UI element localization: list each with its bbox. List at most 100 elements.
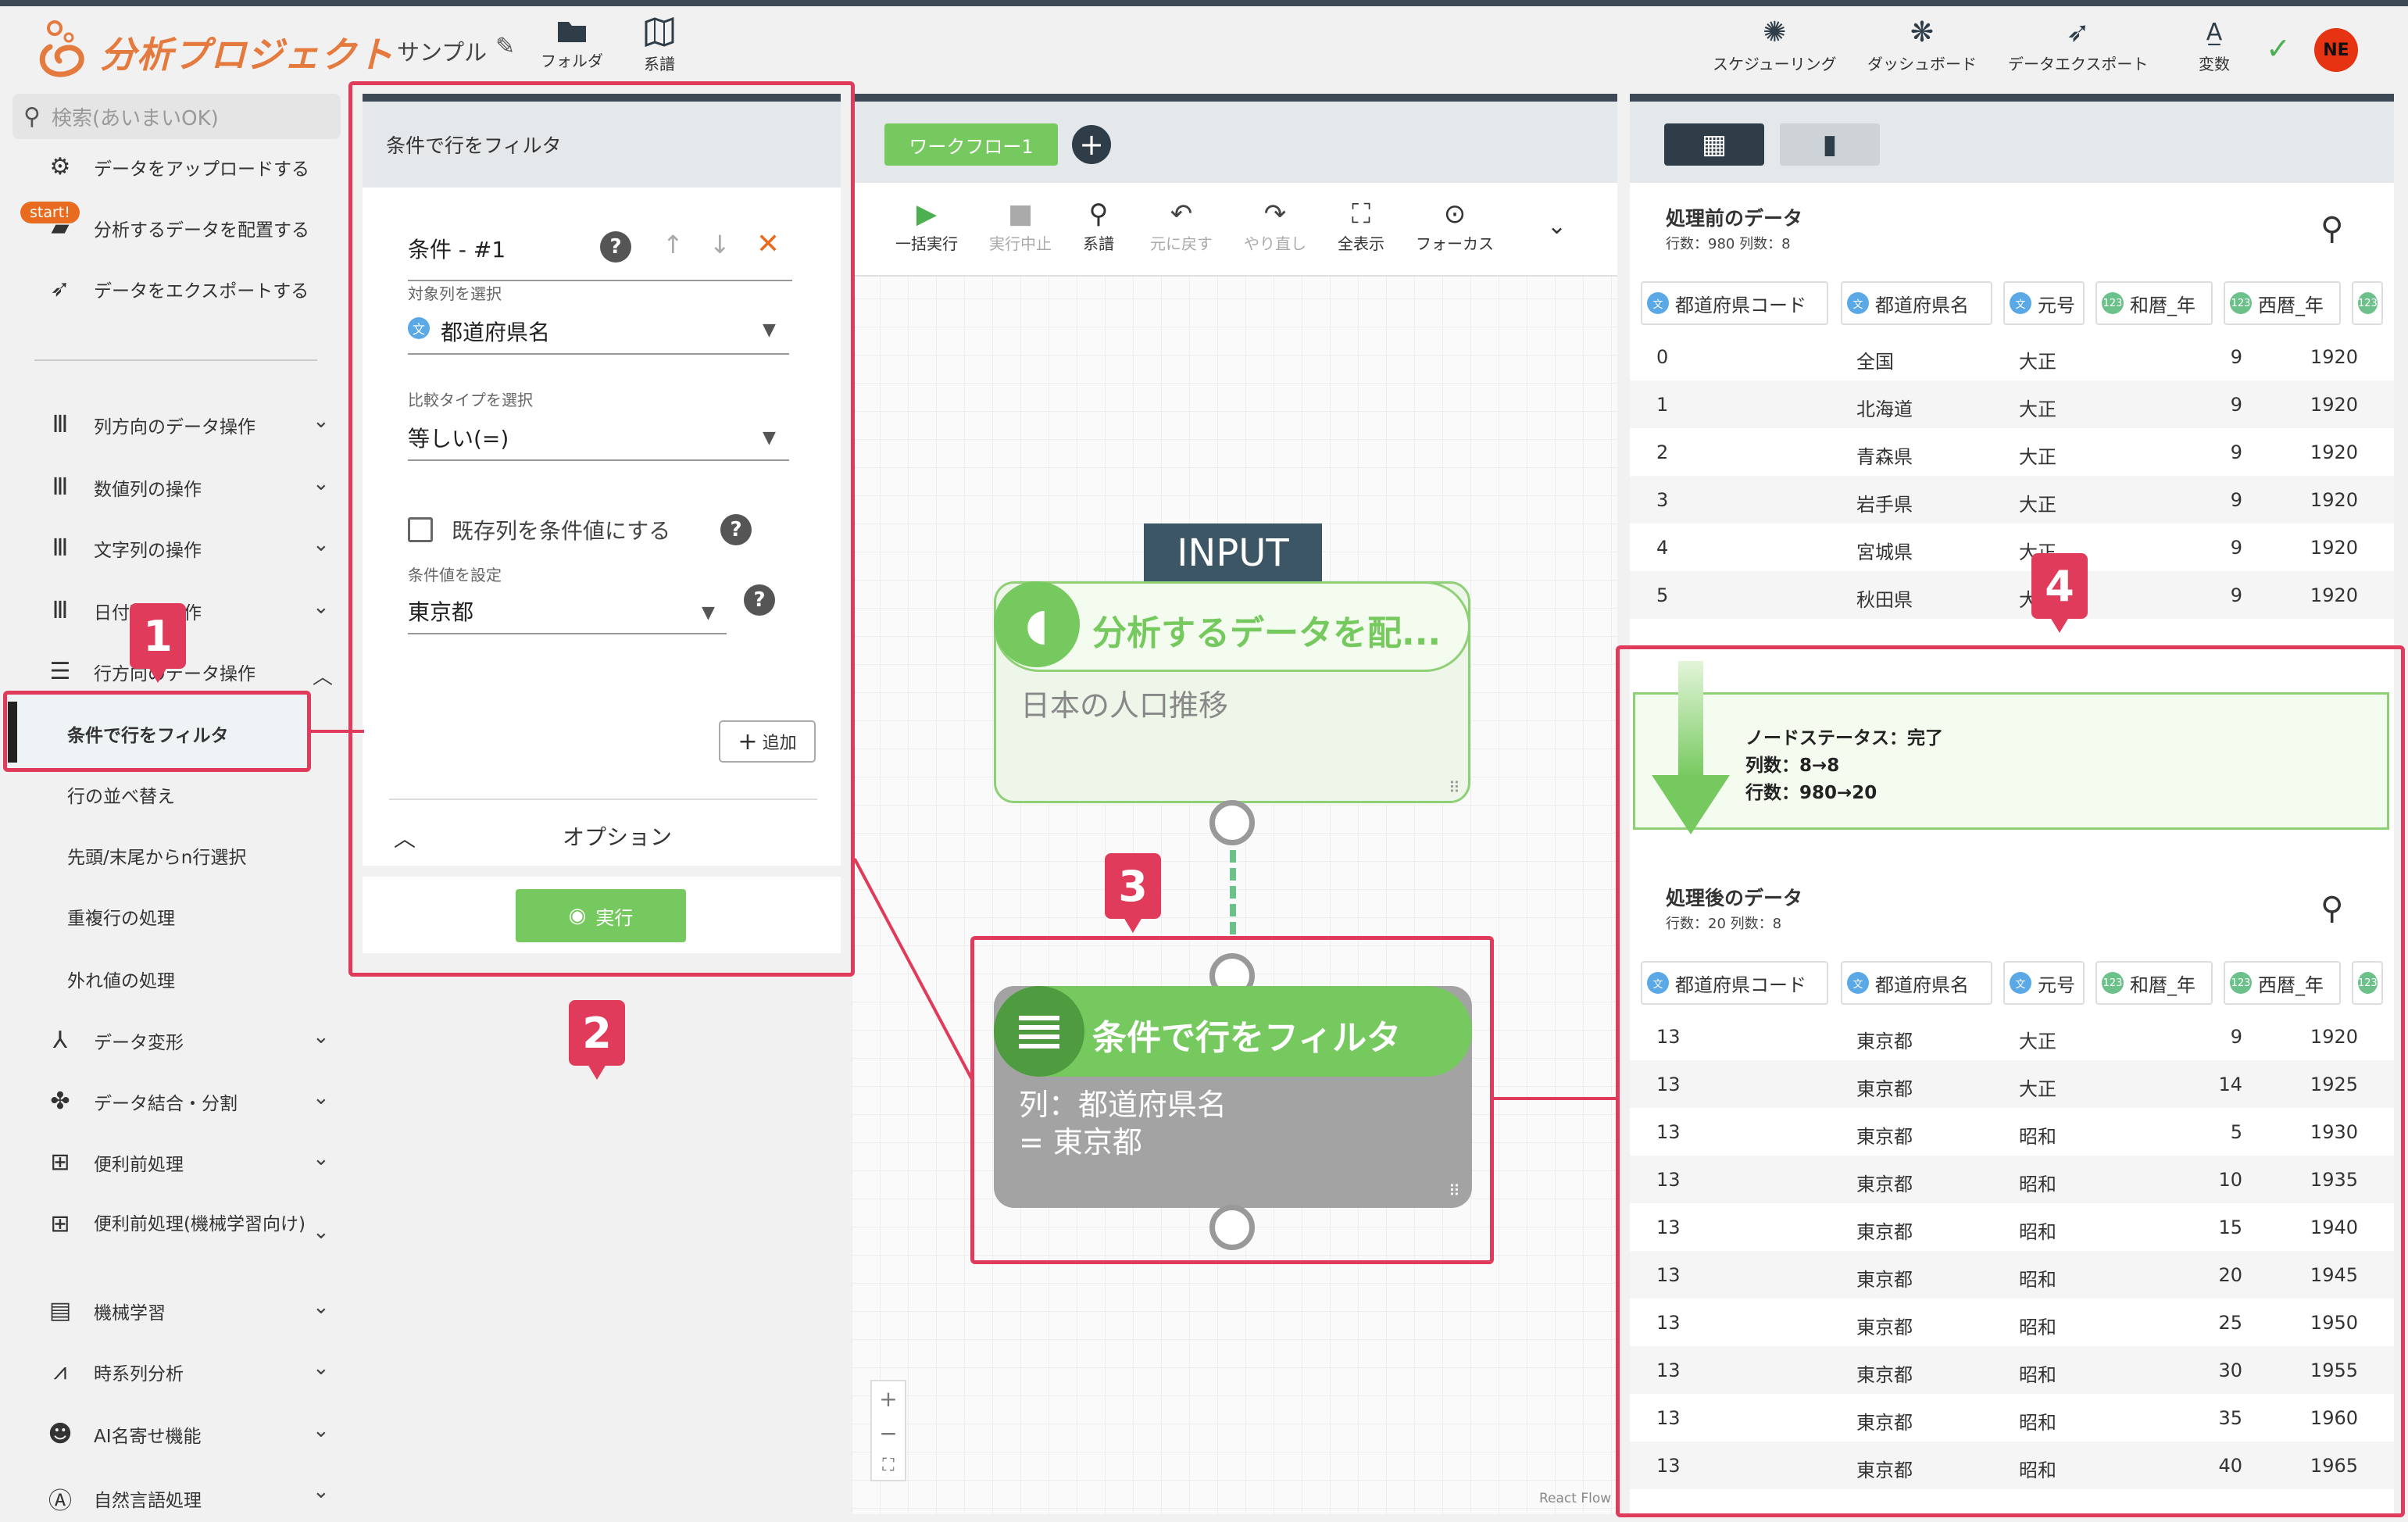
run-all-button[interactable]: ▶ 一括実行: [895, 197, 958, 254]
scheduling-button[interactable]: ✺ スケジューリング: [1713, 17, 1837, 74]
table-cell: 岩手県: [1856, 494, 1913, 516]
add-workflow-button[interactable]: +: [1072, 125, 1111, 164]
table-view-tab[interactable]: ▦: [1664, 123, 1764, 166]
variables-button[interactable]: A̲ 変数: [2199, 17, 2230, 74]
col-header[interactable]: 123 和暦_年: [2095, 281, 2213, 325]
stop-button[interactable]: ■ 実行中止: [989, 197, 1052, 254]
chevron-down-icon[interactable]: ⌄: [313, 1220, 330, 1244]
dashboard-button[interactable]: ❋ ダッシュボード: [1867, 17, 1977, 74]
table-cell: 2: [1656, 441, 1669, 463]
satellite-icon: ✺: [1763, 16, 1787, 48]
chevron-down-icon[interactable]: ⌄: [313, 1147, 330, 1170]
sidebar-group-ml-preprocess[interactable]: ⊞ 便利前処理(機械学習向け): [42, 1211, 308, 1238]
variable-icon: A̲: [2206, 19, 2223, 46]
input-node-subtitle: 日本の人口推移: [1020, 688, 1229, 723]
table-row: 2 青森県 大正 9 1920: [1630, 428, 2394, 476]
col-header[interactable]: 文都道府県名: [1841, 281, 1992, 325]
upload-icon: ⚙: [49, 153, 71, 180]
folder-button[interactable]: フォルダ: [541, 17, 603, 71]
app-title: 分析プロジェクト: [100, 34, 394, 76]
table-cell: 1920: [2310, 537, 2358, 559]
lineage-toolbar-label: 系譜: [1083, 234, 1114, 253]
zoom-icon[interactable]: ⚲: [2320, 211, 2343, 247]
project-name[interactable]: サンプル: [397, 34, 487, 67]
before-data-title: 処理前のデータ: [1666, 207, 1803, 230]
sidebar-group-join[interactable]: ✤ データ結合・分割: [42, 1088, 238, 1115]
fit-view-button[interactable]: ⛶ 全表示: [1338, 197, 1384, 254]
table-row: 3 岩手県 大正 9 1920: [1630, 476, 2394, 523]
table-cell: 大正: [2019, 494, 2056, 516]
table-cell: 1920: [2310, 584, 2358, 606]
sidebar-group-nlp[interactable]: Ⓐ 自然言語処理: [42, 1481, 202, 1516]
sidebar-place-data[interactable]: ▰ 分析するデータを配置する: [42, 214, 309, 241]
avatar[interactable]: NE: [2314, 28, 2358, 72]
sidebar-item-sort-rows[interactable]: 行の並べ替え: [67, 781, 175, 808]
undo-button[interactable]: ↶ 元に戻す: [1150, 197, 1213, 254]
stop-icon: ■: [1007, 198, 1034, 230]
col-header[interactable]: 文都道府県コード: [1641, 281, 1828, 325]
table-cell: 9: [2230, 584, 2242, 606]
data-export-button[interactable]: ➶ データエクスポート: [2008, 17, 2148, 74]
lineage-toolbar-button[interactable]: ⚲ 系譜: [1083, 197, 1114, 254]
table-cell: 大正: [2019, 446, 2056, 468]
col-header-partial[interactable]: 123: [2352, 281, 2383, 325]
route-icon: ⚲: [1088, 198, 1109, 230]
coral-icon: ❋: [1910, 16, 1935, 48]
sidebar-group-ml[interactable]: ▤ 機械学習: [42, 1297, 166, 1324]
chevron-down-icon[interactable]: ⌄: [313, 472, 330, 495]
sidebar-group-label: 数値列の操作: [94, 479, 202, 500]
search-input[interactable]: ⚲ 検索(あいまいOK): [13, 94, 341, 139]
chevron-down-icon[interactable]: ⌄: [313, 1419, 330, 1442]
col-header[interactable]: 123 西暦_年: [2224, 281, 2341, 325]
chevron-down-icon[interactable]: ⌄: [313, 1025, 330, 1049]
sidebar-upload[interactable]: ⚙ データをアップロードする: [42, 153, 309, 180]
check-icon: ✓: [2266, 31, 2291, 66]
sidebar-group-string[interactable]: Ⅲ 文字列の操作: [42, 534, 202, 562]
annotation-badge-2: 2: [569, 1000, 625, 1080]
sidebar-group-transform[interactable]: ⅄ データ変形: [42, 1027, 184, 1054]
folder-icon: [558, 22, 586, 42]
focus-button[interactable]: ⊙ フォーカス: [1416, 197, 1494, 254]
output-port[interactable]: [1209, 800, 1255, 845]
input-label: INPUT: [1144, 523, 1322, 583]
chart-view-tab[interactable]: ▮: [1780, 123, 1880, 166]
chevron-down-icon[interactable]: ⌄: [313, 1295, 330, 1319]
lineage-button[interactable]: 系譜: [644, 17, 675, 74]
sidebar-group-ai-matching[interactable]: ☻ AI名寄せ機能: [42, 1420, 202, 1448]
fit-icon[interactable]: ⛶: [882, 1456, 894, 1475]
tab-workflow-1[interactable]: ワークフロー1: [884, 123, 1058, 166]
add-box-icon: ⊞: [50, 1149, 70, 1176]
pencil-icon[interactable]: ✎: [495, 33, 515, 60]
chevron-up-icon[interactable]: ︿: [313, 661, 333, 690]
redo-button[interactable]: ↷ やり直し: [1244, 197, 1306, 254]
table-cell: 青森県: [1856, 446, 1913, 468]
sidebar-group-timeseries[interactable]: ⩘ 時系列分析: [42, 1358, 184, 1385]
sidebar-item-duplicates[interactable]: 重複行の処理: [67, 903, 175, 930]
sidebar-item-head-tail[interactable]: 先頭/末尾からn行選択: [67, 842, 246, 869]
sidebar-group-label: AI名寄せ機能: [94, 1426, 202, 1447]
resize-handle-icon[interactable]: ⠿: [1449, 778, 1460, 797]
folder-label: フォルダ: [541, 52, 603, 70]
col-header[interactable]: 文元号: [2003, 281, 2085, 325]
sidebar-group-numeric[interactable]: Ⅲ 数値列の操作: [42, 473, 202, 501]
before-data-meta: 行数：980 列数：8: [1666, 236, 1791, 252]
sidebar-group-preprocess[interactable]: ⊞ 便利前処理: [42, 1149, 184, 1176]
chevron-down-icon[interactable]: ⌄: [313, 595, 330, 619]
chevron-down-icon[interactable]: ⌄: [313, 1356, 330, 1380]
chevron-down-icon[interactable]: ⌄: [313, 1480, 330, 1503]
sidebar-export[interactable]: ➶ データをエクスポートする: [42, 275, 309, 302]
chevron-down-icon[interactable]: ⌄: [313, 409, 330, 433]
chevron-down-icon[interactable]: ⌄: [313, 1086, 330, 1109]
chat-icon: ◖: [994, 581, 1080, 667]
variables-label: 変数: [2199, 55, 2230, 73]
sidebar-item-outliers[interactable]: 外れ値の処理: [67, 966, 175, 992]
zoom-in-icon[interactable]: +: [879, 1386, 897, 1412]
zoom-out-icon[interactable]: −: [879, 1420, 897, 1446]
react-flow-attribution[interactable]: React Flow: [1539, 1491, 1611, 1506]
sidebar-group-columns[interactable]: Ⅲ 列方向のデータ操作: [42, 411, 255, 438]
table-cell: 4: [1656, 537, 1669, 559]
table-cell: 1920: [2310, 346, 2358, 368]
chevron-down-icon[interactable]: ⌄: [313, 533, 330, 556]
number-type-icon: 123: [2102, 292, 2124, 314]
chevron-down-icon[interactable]: ⌄: [1547, 213, 1567, 240]
